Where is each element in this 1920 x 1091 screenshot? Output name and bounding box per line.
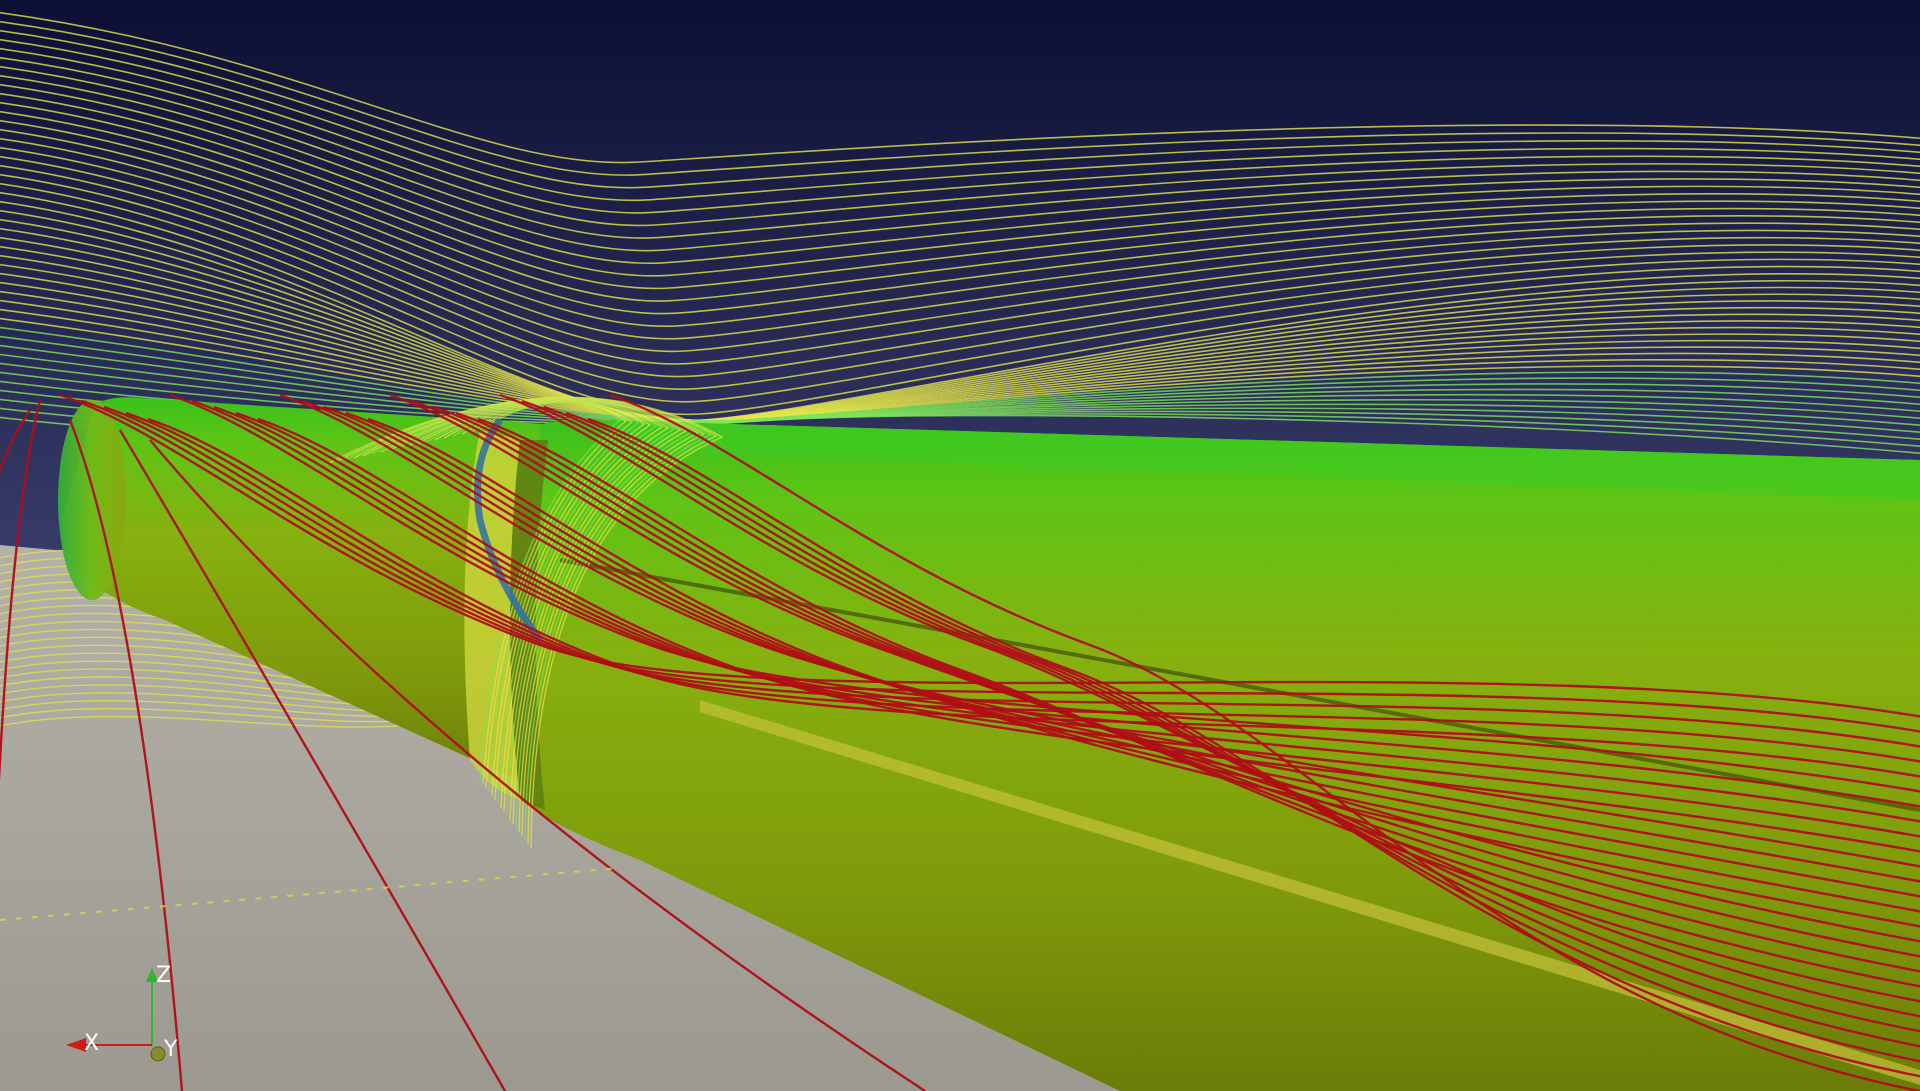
render-viewport[interactable]: Z X Y — [0, 0, 1920, 1091]
y-axis-label: Y — [163, 1037, 178, 1062]
y-axis-marker — [150, 1046, 166, 1062]
z-axis-label: Z — [156, 963, 171, 988]
tube-rear-cap — [58, 400, 126, 600]
3d-scene[interactable]: Z X Y — [0, 0, 1920, 1091]
x-axis-label: X — [84, 1031, 99, 1056]
